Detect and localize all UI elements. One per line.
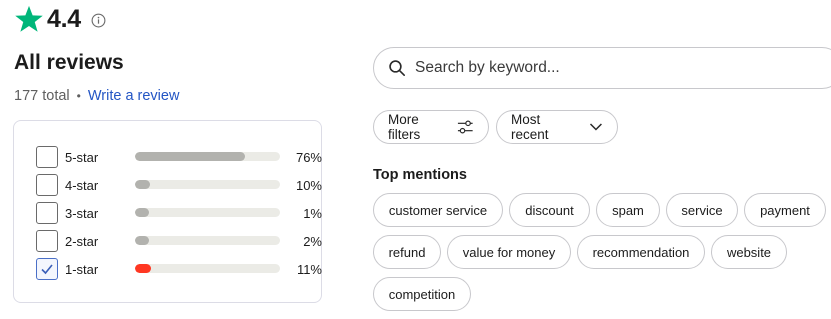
mention-chip[interactable]: value for money (447, 235, 571, 269)
star-filter-percent: 11% (296, 261, 322, 277)
star-filter-percent: 76% (295, 149, 322, 165)
info-icon[interactable] (91, 13, 106, 28)
star-filter-checkbox[interactable] (36, 202, 58, 224)
write-review-link[interactable]: Write a review (88, 88, 180, 104)
top-mentions-title: Top mentions (373, 167, 467, 183)
star-filter-card: 5-star 76% 4-star 10% 3-star 1% 2-star 2… (13, 120, 322, 303)
star-filter-percent: 1% (303, 205, 322, 221)
star-filter-bar-fill (135, 208, 149, 217)
star-filter-label: 3-star (65, 205, 99, 221)
star-filter-bar (135, 208, 280, 217)
star-filter-bar (135, 180, 280, 189)
mention-chip[interactable]: service (666, 193, 738, 227)
rating-score: 4.4 (47, 4, 81, 33)
star-filter-bar-fill (135, 152, 246, 161)
star-filter-row-2[interactable]: 2-star 2% (36, 230, 322, 252)
sort-dropdown[interactable]: Most recent (496, 110, 618, 144)
star-filter-bar-fill (135, 236, 149, 245)
reviews-meta: 177 total • Write a review (14, 88, 179, 104)
star-filter-label: 2-star (65, 233, 99, 249)
more-filters-label: More filters (388, 112, 421, 142)
mention-chip[interactable]: recommendation (577, 235, 705, 269)
search-input[interactable] (415, 59, 815, 77)
star-filter-bar (135, 236, 280, 245)
star-filter-row-1[interactable]: 1-star 11% (36, 258, 322, 280)
star-icon (15, 5, 43, 32)
sort-label: Most recent (511, 112, 549, 142)
star-filter-checkbox[interactable] (36, 230, 58, 252)
star-filter-checkbox[interactable] (36, 258, 58, 280)
star-filter-row-4[interactable]: 4-star 10% (36, 174, 322, 196)
search-icon (389, 60, 406, 77)
search-bar[interactable] (373, 47, 831, 89)
star-filter-label: 4-star (65, 177, 99, 193)
mention-chip[interactable]: customer service (373, 193, 503, 227)
star-filter-checkbox[interactable] (36, 146, 58, 168)
chevron-down-icon (590, 123, 603, 131)
checkmark-icon (41, 264, 53, 275)
star-filter-bar (135, 152, 280, 161)
mention-chip[interactable]: competition (373, 277, 471, 311)
more-filters-button[interactable]: More filters (373, 110, 489, 144)
star-filter-bar (135, 264, 280, 273)
star-filter-row-5[interactable]: 5-star 76% (36, 146, 322, 168)
mention-chip[interactable]: discount (509, 193, 590, 227)
star-filter-checkbox[interactable] (36, 174, 58, 196)
separator-dot: • (76, 89, 81, 103)
star-filter-bar-fill (135, 264, 151, 273)
sliders-icon (458, 120, 474, 134)
mention-chip[interactable]: refund (373, 235, 441, 269)
review-count: 177 total (14, 88, 70, 104)
star-filter-label: 1-star (65, 261, 99, 277)
mention-chip[interactable]: spam (596, 193, 660, 227)
rating-header: 4.4 (14, 4, 106, 34)
star-filter-label: 5-star (65, 149, 99, 165)
star-filter-percent: 2% (303, 233, 322, 249)
mention-chip[interactable]: payment (744, 193, 826, 227)
mention-chip[interactable]: website (711, 235, 787, 269)
page-title: All reviews (14, 51, 124, 74)
star-filter-row-3[interactable]: 3-star 1% (36, 202, 322, 224)
star-filter-percent: 10% (295, 177, 322, 193)
star-filter-bar-fill (135, 180, 150, 189)
